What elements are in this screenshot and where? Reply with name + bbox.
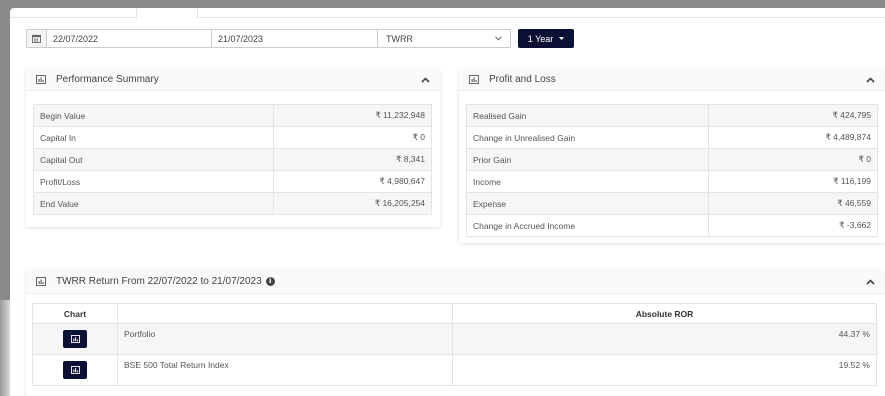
table-row: Change in Unrealised Gain ₹ 4,489,874 bbox=[466, 126, 878, 149]
profit-and-loss-table: Realised Gain ₹ 424,795 Change in Unreal… bbox=[466, 104, 878, 237]
panel-title: Performance Summary bbox=[56, 74, 159, 85]
row-label: Income bbox=[466, 170, 709, 193]
performance-summary-panel: Performance Summary Begin Value ₹ 11,232… bbox=[26, 69, 440, 227]
from-date-input[interactable] bbox=[46, 29, 212, 48]
table-row: Prior Gain ₹ 0 bbox=[466, 148, 878, 171]
column-header-absolute-ror: Absolute ROR bbox=[452, 303, 877, 324]
table-row: End Value ₹ 16,205,254 bbox=[33, 192, 432, 215]
row-label: Change in Unrealised Gain bbox=[466, 126, 709, 149]
table-row: BSE 500 Total Return Index 19.52 % bbox=[32, 354, 877, 386]
table-header-row: Chart Absolute ROR bbox=[32, 303, 877, 324]
tab-strip bbox=[10, 8, 885, 19]
collapse-button[interactable] bbox=[420, 75, 430, 85]
period-label: 1 Year bbox=[527, 33, 554, 44]
row-label: Expense bbox=[466, 192, 709, 215]
return-method-value: TWRR bbox=[386, 33, 413, 44]
table-row: Portfolio 44.37 % bbox=[32, 323, 877, 355]
panel-title: TWRR Return From 22/07/2022 to 21/07/202… bbox=[56, 276, 865, 287]
row-label: Begin Value bbox=[33, 104, 274, 127]
column-header-name bbox=[117, 303, 453, 324]
bar-chart-icon bbox=[469, 75, 479, 84]
table-row: Capital In ₹ 0 bbox=[33, 126, 432, 149]
table-row: Profit/Loss ₹ 4,980,647 bbox=[33, 170, 432, 193]
table-row: Begin Value ₹ 11,232,948 bbox=[33, 104, 432, 127]
row-name: Portfolio bbox=[117, 323, 453, 355]
row-label: Realised Gain bbox=[466, 104, 709, 127]
performance-summary-table: Begin Value ₹ 11,232,948 Capital In ₹ 0 … bbox=[33, 104, 432, 215]
chevron-up-icon bbox=[865, 278, 875, 285]
row-value: ₹ 46,559 bbox=[708, 192, 878, 215]
row-label: Change in Accrued Income bbox=[466, 214, 709, 237]
app-frame: TWRR 1 Year Performance Summary bbox=[10, 8, 885, 396]
row-ror: 19.52 % bbox=[452, 354, 877, 386]
row-value: ₹ 424,795 bbox=[708, 104, 878, 127]
calendar-button[interactable] bbox=[26, 29, 46, 48]
panel-title: Profit and Loss bbox=[489, 74, 556, 85]
row-value: ₹ 8,341 bbox=[273, 148, 432, 171]
period-dropdown-button[interactable]: 1 Year bbox=[518, 29, 574, 48]
row-label: Prior Gain bbox=[466, 148, 709, 171]
twrr-return-panel: TWRR Return From 22/07/2022 to 21/07/202… bbox=[26, 270, 885, 396]
bar-chart-icon bbox=[70, 335, 80, 343]
info-icon[interactable]: i bbox=[265, 276, 275, 286]
row-value: ₹ -3,662 bbox=[708, 214, 878, 237]
row-ror: 44.37 % bbox=[452, 323, 877, 355]
collapse-button[interactable] bbox=[865, 277, 875, 287]
profit-and-loss-header[interactable]: Profit and Loss bbox=[459, 69, 885, 91]
table-row: Income ₹ 116,199 bbox=[466, 170, 878, 193]
twrr-return-table: Chart Absolute ROR Portfolio 44.37 % BSE… bbox=[32, 303, 877, 386]
chevron-up-icon bbox=[865, 76, 875, 83]
row-value: ₹ 0 bbox=[273, 126, 432, 149]
row-label: Capital In bbox=[33, 126, 274, 149]
caret-down-icon bbox=[559, 37, 565, 40]
row-value: ₹ 4,489,874 bbox=[708, 126, 878, 149]
row-value: ₹ 116,199 bbox=[708, 170, 878, 193]
bar-chart-icon bbox=[70, 366, 80, 374]
bar-chart-icon bbox=[36, 75, 46, 84]
chevron-down-icon bbox=[495, 36, 502, 41]
chart-cell bbox=[32, 323, 118, 355]
table-row: Capital Out ₹ 8,341 bbox=[33, 148, 432, 171]
row-value: ₹ 16,205,254 bbox=[273, 192, 432, 215]
return-method-select[interactable]: TWRR bbox=[378, 29, 511, 48]
twrr-return-header[interactable]: TWRR Return From 22/07/2022 to 21/07/202… bbox=[26, 270, 885, 294]
row-label: Capital Out bbox=[33, 148, 274, 171]
backdrop-shadow bbox=[0, 300, 10, 396]
row-name: BSE 500 Total Return Index bbox=[117, 354, 453, 386]
row-value: ₹ 4,980,647 bbox=[273, 170, 432, 193]
view-chart-button[interactable] bbox=[63, 361, 87, 379]
chevron-up-icon bbox=[420, 76, 430, 83]
to-date-input[interactable] bbox=[212, 29, 378, 48]
calendar-icon bbox=[32, 34, 41, 43]
table-row: Expense ₹ 46,559 bbox=[466, 192, 878, 215]
filter-bar: TWRR 1 Year bbox=[26, 29, 574, 48]
bar-chart-icon bbox=[36, 277, 46, 286]
performance-summary-header[interactable]: Performance Summary bbox=[26, 69, 440, 91]
row-value: ₹ 0 bbox=[708, 148, 878, 171]
table-row: Realised Gain ₹ 424,795 bbox=[466, 104, 878, 127]
row-label: Profit/Loss bbox=[33, 170, 274, 193]
chart-cell bbox=[32, 354, 118, 386]
column-header-chart: Chart bbox=[32, 303, 118, 324]
collapse-button[interactable] bbox=[865, 75, 875, 85]
row-label: End Value bbox=[33, 192, 274, 215]
profit-and-loss-panel: Profit and Loss Realised Gain ₹ 424,795 … bbox=[459, 69, 885, 243]
table-row: Change in Accrued Income ₹ -3,662 bbox=[466, 214, 878, 237]
view-chart-button[interactable] bbox=[63, 330, 87, 348]
twrr-title-text: TWRR Return From 22/07/2022 to 21/07/202… bbox=[56, 276, 262, 287]
active-tab[interactable] bbox=[136, 8, 198, 19]
row-value: ₹ 11,232,948 bbox=[273, 104, 432, 127]
